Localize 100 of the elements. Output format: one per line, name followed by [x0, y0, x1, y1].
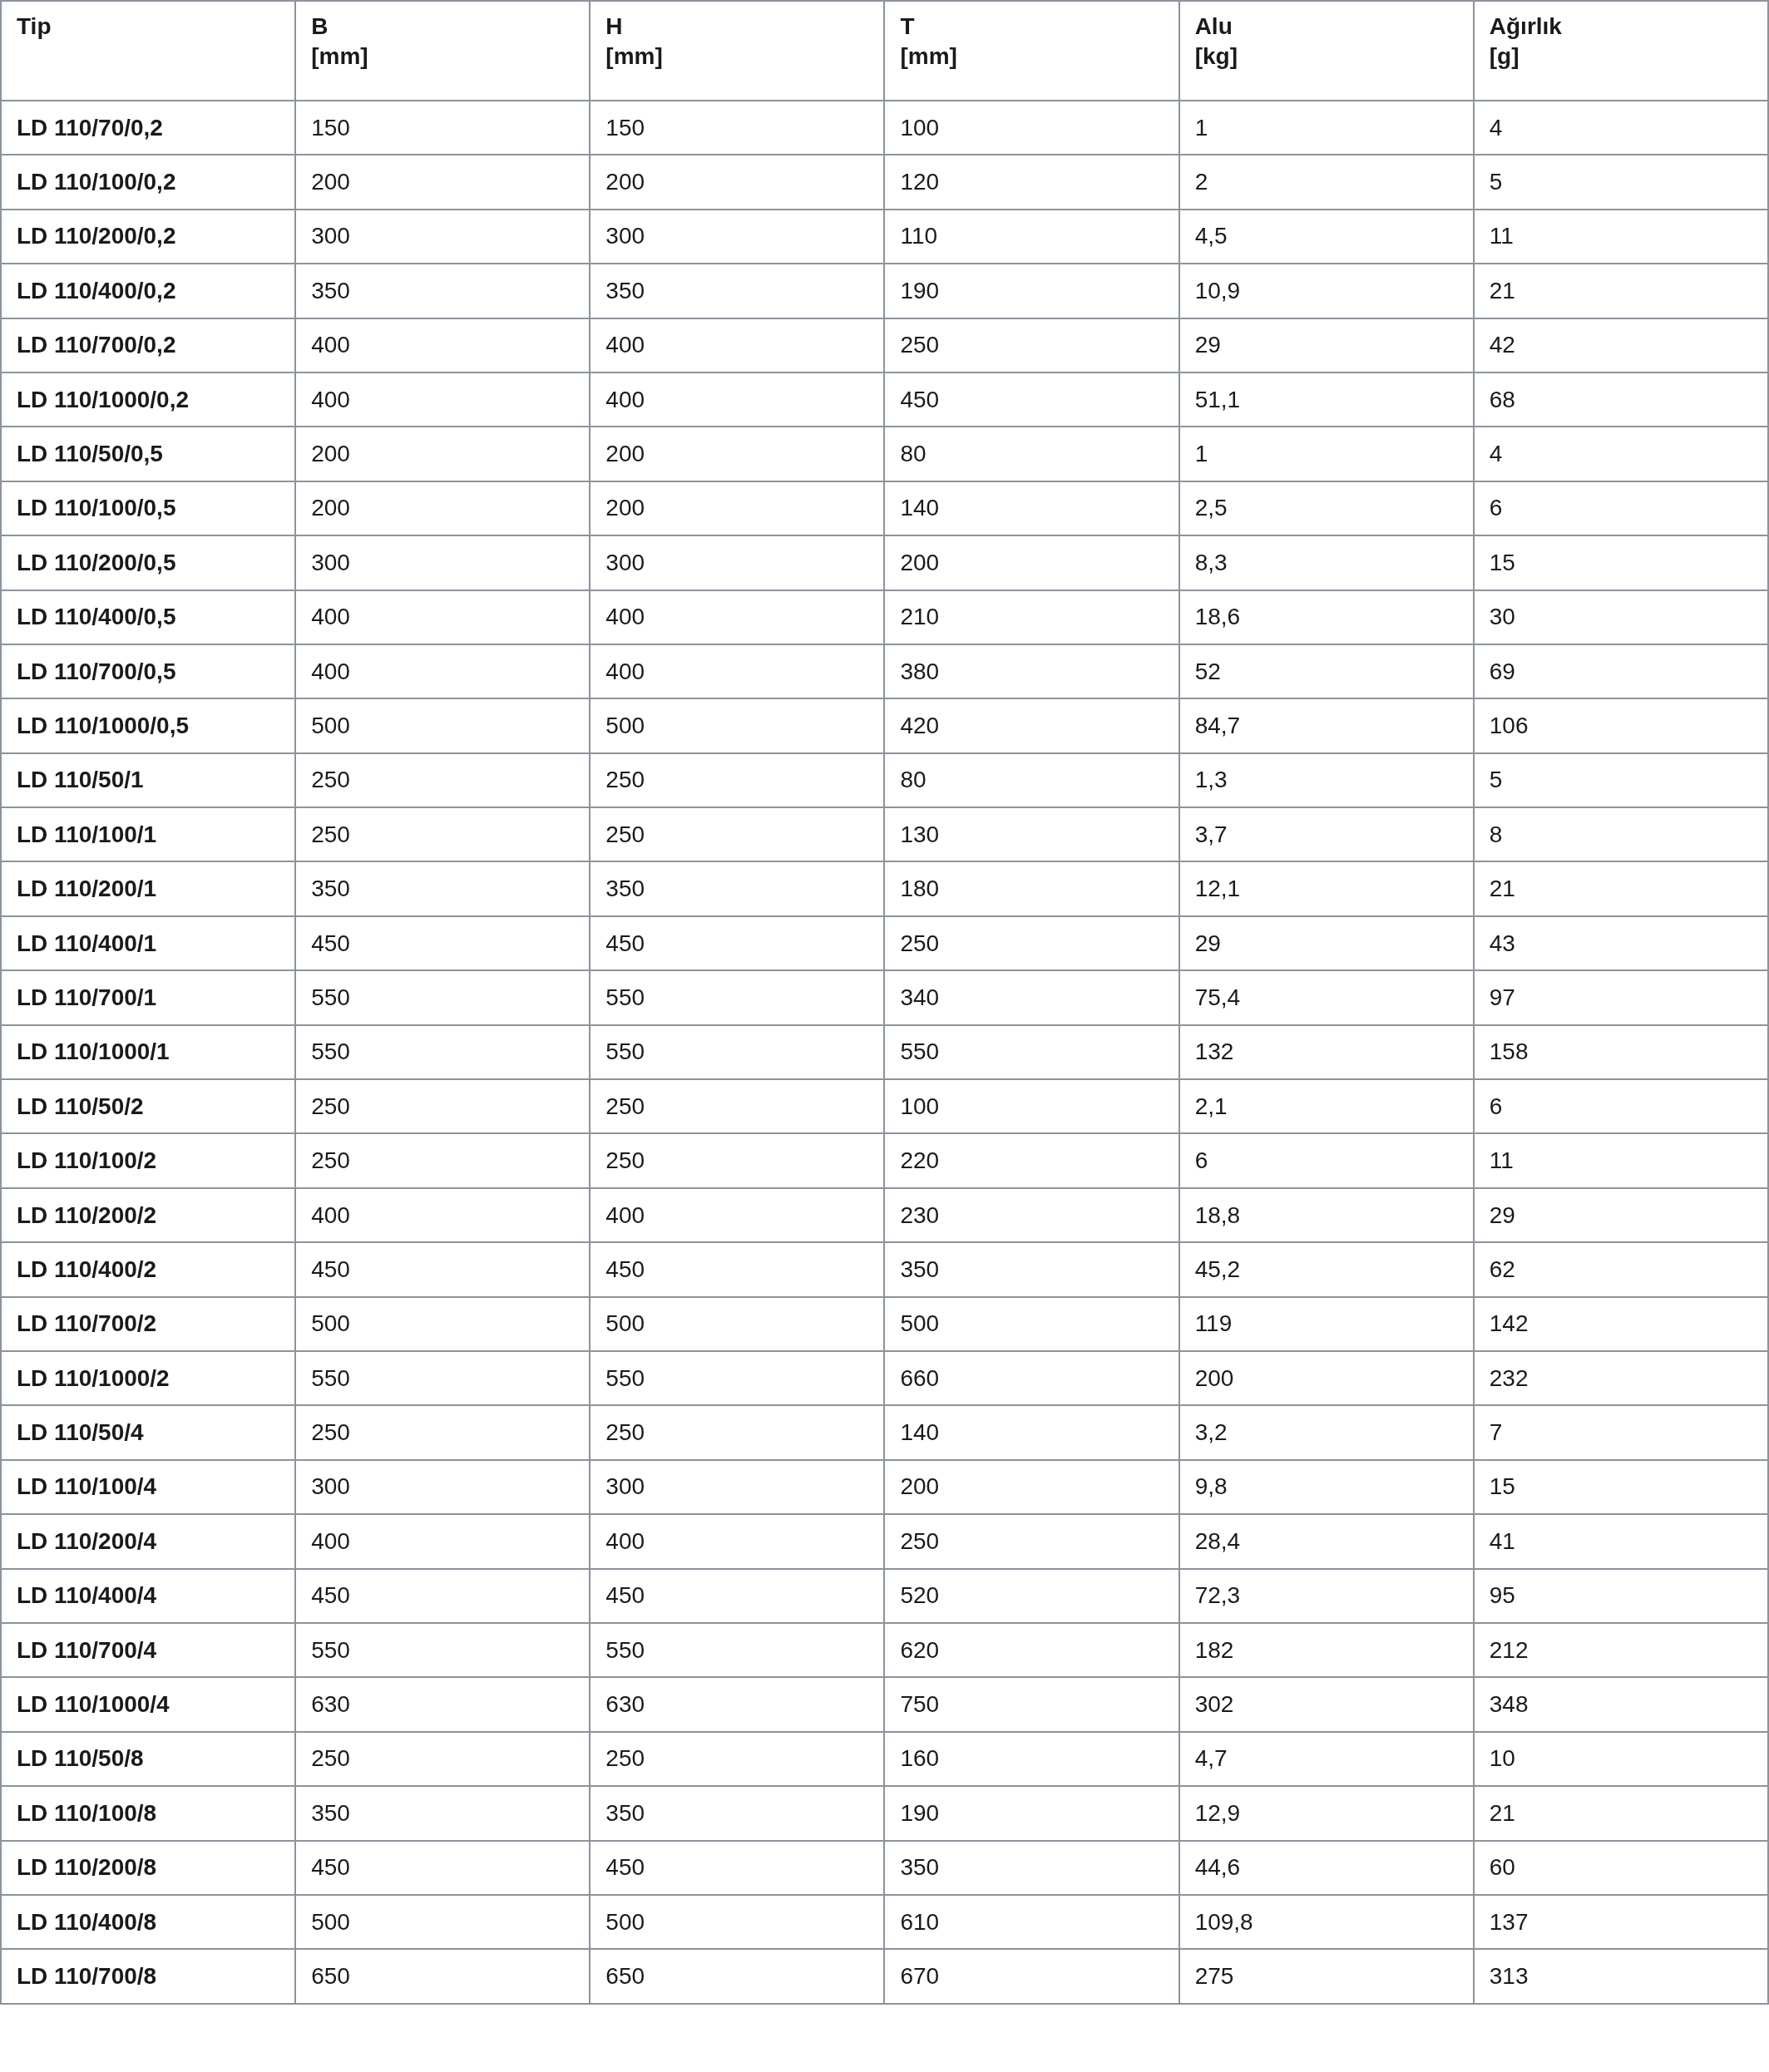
table-cell: 109,8	[1179, 1894, 1474, 1950]
table-cell: 100	[884, 1079, 1179, 1134]
table-cell: 4,7	[1179, 1731, 1474, 1787]
table-cell: 10	[1473, 1731, 1768, 1787]
table-cell: 160	[884, 1731, 1179, 1787]
table-cell: 250	[590, 1133, 885, 1188]
table-cell: 620	[884, 1622, 1179, 1678]
table-cell: 1,3	[1179, 752, 1474, 808]
table-cell: 200	[590, 427, 885, 481]
table-cell: 520	[884, 1568, 1179, 1623]
table-cell: 650	[295, 1949, 590, 2004]
type-cell: LD 110/50/0,5	[1, 427, 296, 481]
table-cell: 500	[295, 1296, 590, 1351]
table-cell: 7	[1473, 1405, 1768, 1460]
table-cell: 630	[590, 1677, 885, 1732]
type-cell: LD 110/100/4	[1, 1459, 296, 1515]
table-cell: 232	[1473, 1351, 1768, 1406]
table-cell: 200	[295, 427, 590, 481]
type-cell: LD 110/1000/2	[1, 1351, 296, 1406]
table-cell: 110	[884, 209, 1179, 264]
table-cell: 69	[1473, 644, 1768, 699]
table-cell: 150	[295, 101, 590, 155]
table-cell: 450	[590, 915, 885, 971]
type-cell: LD 110/100/8	[1, 1786, 296, 1841]
table-cell: 275	[1179, 1949, 1474, 2004]
type-cell: LD 110/200/0,2	[1, 209, 296, 264]
table-cell: 150	[590, 101, 885, 155]
table-cell: 250	[884, 915, 1179, 971]
table-cell: 1	[1179, 101, 1474, 155]
table-cell: 450	[590, 1568, 885, 1623]
table-cell: 450	[590, 1242, 885, 1297]
table-cell: 200	[295, 155, 590, 210]
table-cell: 1	[1179, 427, 1474, 481]
type-cell: LD 110/1000/0,5	[1, 698, 296, 753]
table-cell: 250	[884, 1514, 1179, 1569]
table-cell: 41	[1473, 1514, 1768, 1569]
table-cell: 15	[1473, 1459, 1768, 1515]
table-cell: 500	[590, 1894, 885, 1950]
table-cell: 12,9	[1179, 1786, 1474, 1841]
table-cell: 300	[295, 535, 590, 590]
table-cell: 5	[1473, 752, 1768, 808]
type-cell: LD 110/400/4	[1, 1568, 296, 1623]
table-cell: 450	[590, 1840, 885, 1895]
table-cell: 45,2	[1179, 1242, 1474, 1297]
table-cell: 80	[884, 427, 1179, 481]
table-cell: 550	[590, 970, 885, 1025]
type-cell: LD 110/700/2	[1, 1296, 296, 1351]
table-cell: 180	[884, 861, 1179, 916]
table-cell: 550	[295, 970, 590, 1025]
table-cell: 28,4	[1179, 1514, 1474, 1569]
table-cell: 670	[884, 1949, 1179, 2004]
table-cell: 72,3	[1179, 1568, 1474, 1623]
table-cell: 42	[1473, 318, 1768, 372]
type-cell: LD 110/100/2	[1, 1133, 296, 1188]
table-cell: 348	[1473, 1677, 1768, 1732]
table-cell: 137	[1473, 1894, 1768, 1950]
type-cell: LD 110/400/1	[1, 915, 296, 971]
table-cell: 300	[295, 1459, 590, 1515]
table-cell: 400	[295, 1187, 590, 1243]
table-cell: 68	[1473, 372, 1768, 427]
table-cell: 9,8	[1179, 1459, 1474, 1515]
table-cell: 450	[295, 915, 590, 971]
table-cell: 630	[295, 1677, 590, 1732]
table-cell: 200	[884, 535, 1179, 590]
table-cell: 120	[884, 155, 1179, 210]
table-cell: 550	[590, 1622, 885, 1678]
type-cell: LD 110/200/4	[1, 1514, 296, 1569]
table-cell: 750	[884, 1677, 1179, 1732]
type-cell: LD 110/700/0,2	[1, 318, 296, 372]
table-cell: 300	[590, 535, 885, 590]
type-cell: LD 110/70/0,2	[1, 101, 296, 155]
table-cell: 660	[884, 1351, 1179, 1406]
table-cell: 60	[1473, 1840, 1768, 1895]
table-cell: 52	[1179, 644, 1474, 699]
table-cell: 230	[884, 1187, 1179, 1243]
table-cell: 182	[1179, 1622, 1474, 1678]
type-cell: LD 110/700/8	[1, 1949, 296, 2004]
table-cell: 3,7	[1179, 807, 1474, 862]
table-cell: 250	[295, 807, 590, 862]
type-cell: LD 110/400/8	[1, 1894, 296, 1950]
table-cell: 119	[1179, 1296, 1474, 1351]
table-cell: 350	[590, 1786, 885, 1841]
table-cell: 400	[590, 1514, 885, 1569]
type-cell: LD 110/50/1	[1, 752, 296, 808]
column-header: Alu [kg]	[1179, 1, 1474, 101]
type-cell: LD 110/100/1	[1, 807, 296, 862]
table-cell: 10,9	[1179, 264, 1474, 318]
table-cell: 250	[884, 318, 1179, 372]
table-cell: 400	[590, 318, 885, 372]
table-cell: 350	[590, 264, 885, 318]
table-cell: 8	[1473, 807, 1768, 862]
table-cell: 550	[295, 1351, 590, 1406]
table-cell: 550	[884, 1024, 1179, 1080]
type-cell: LD 110/1000/4	[1, 1677, 296, 1732]
table-cell: 250	[295, 1731, 590, 1787]
table-cell: 300	[590, 1459, 885, 1515]
table-cell: 100	[884, 101, 1179, 155]
table-cell: 313	[1473, 1949, 1768, 2004]
table-cell: 75,4	[1179, 970, 1474, 1025]
table-cell: 400	[590, 1187, 885, 1243]
